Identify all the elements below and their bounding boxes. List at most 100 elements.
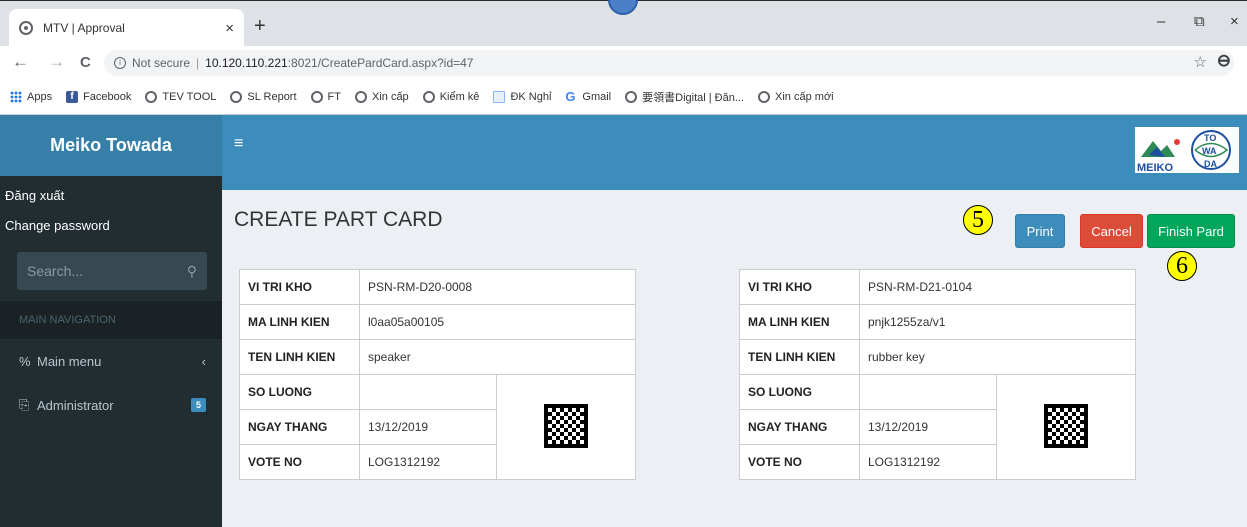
- tab-close-icon[interactable]: ×: [225, 20, 234, 37]
- url-path: :8021/CreatePardCard.aspx?id=47: [287, 56, 474, 70]
- info-icon[interactable]: i: [114, 57, 126, 69]
- document-icon: [493, 90, 506, 103]
- bookmark-item[interactable]: f Facebook: [66, 90, 131, 103]
- apps-icon: [10, 90, 22, 103]
- field-label: MA LINH KIEN: [239, 304, 360, 340]
- bookmark-item[interactable]: 要領書Digital | Đăn...: [625, 89, 744, 105]
- field-value: l0aa05a00105: [359, 304, 636, 340]
- field-value: PSN-RM-D20-0008: [359, 269, 636, 305]
- qr-code-icon: [544, 403, 588, 448]
- sidebar-item-label: Administrator: [37, 397, 114, 413]
- count-badge: 5: [190, 398, 206, 412]
- bookmark-star-icon[interactable]: ☆: [1194, 53, 1207, 71]
- cancel-button[interactable]: Cancel: [1080, 214, 1143, 248]
- top-navbar: ≡ MEIKO TO WA DA: [222, 115, 1247, 190]
- security-label: Not secure: [132, 56, 191, 70]
- close-window-button[interactable]: ×: [1230, 13, 1239, 30]
- field-label: TEN LINH KIEN: [239, 339, 360, 375]
- bookmark-label: 要領書Digital | Đăn...: [642, 91, 745, 104]
- table-row: TEN LINH KIEN speaker: [239, 339, 636, 375]
- table-row: MA LINH KIEN pnjk1255za/v1: [739, 304, 1136, 340]
- sidebar-search-input[interactable]: Search... ⚲: [17, 252, 207, 290]
- qr-code-cell: [496, 374, 636, 480]
- new-tab-button[interactable]: +: [254, 15, 266, 38]
- bookmark-item[interactable]: SL Report: [230, 90, 297, 103]
- account-icon[interactable]: ⊖: [1217, 51, 1231, 71]
- svg-text:WA: WA: [1202, 146, 1217, 156]
- table-row: TEN LINH KIEN rubber key: [739, 339, 1136, 375]
- url-field[interactable]: i Not secure | 10.120.110.221 :8021/Crea…: [104, 50, 1234, 76]
- url-host: 10.120.110.221: [205, 56, 288, 70]
- globe-icon: [625, 90, 638, 103]
- search-icon[interactable]: ⚲: [187, 263, 197, 280]
- bookmark-label: Xin cấp: [371, 90, 409, 103]
- reload-button[interactable]: C: [80, 54, 91, 71]
- table-row: SO LUONG: [239, 374, 636, 480]
- field-value: speaker: [359, 339, 636, 375]
- field-value: LOG1312192: [359, 444, 497, 480]
- print-button[interactable]: Print: [1015, 214, 1065, 248]
- browser-tab[interactable]: MTV | Approval ×: [9, 9, 244, 47]
- globe-icon: [19, 21, 33, 35]
- field-value: [359, 374, 497, 410]
- field-value: LOG1312192: [859, 444, 997, 480]
- field-label: VI TRI KHO: [739, 269, 860, 305]
- bookmark-label: Apps: [27, 90, 53, 103]
- restore-button[interactable]: ⧉: [1194, 13, 1205, 30]
- globe-icon: [758, 90, 771, 103]
- table-row: SO LUONG: [739, 374, 1136, 480]
- bookmark-item[interactable]: Kiểm kê: [422, 90, 480, 103]
- finish-part-card-button[interactable]: Finish Pard: [1147, 214, 1235, 248]
- bookmark-item[interactable]: TEV TOOL: [145, 90, 217, 103]
- field-value: 13/12/2019: [859, 409, 997, 445]
- globe-icon: [230, 90, 243, 103]
- google-icon: G: [565, 88, 576, 104]
- bookmark-label: FT: [327, 90, 341, 103]
- field-value: rubber key: [859, 339, 1136, 375]
- address-bar-row: ← → C i Not secure | 10.120.110.221 :802…: [0, 46, 1247, 79]
- sidebar: Meiko Towada Đăng xuất Change password S…: [0, 115, 222, 527]
- qr-code-icon: [1044, 403, 1088, 448]
- qr-code-cell: [996, 374, 1136, 480]
- logout-link[interactable]: Đăng xuất: [0, 180, 222, 210]
- page-title: CREATE PART CARD: [234, 208, 443, 231]
- field-label: MA LINH KIEN: [739, 304, 860, 340]
- bookmarks-bar: Apps f Facebook TEV TOOL SL Report FT Xin cấp K…: [0, 79, 1247, 115]
- meiko-towada-logo: MEIKO TO WA DA: [1135, 127, 1239, 174]
- field-label: SO LUONG: [739, 374, 860, 410]
- svg-text:TO: TO: [1204, 133, 1216, 143]
- field-label: VOTE NO: [239, 444, 360, 480]
- main-navigation-header: MAIN NAVIGATION: [0, 301, 222, 339]
- bookmark-label: Kiểm kê: [439, 90, 480, 103]
- brand-logo-text[interactable]: Meiko Towada: [0, 115, 222, 176]
- sidebar-item-administrator[interactable]: ⎘ Administrator 5: [0, 383, 222, 427]
- link-icon: %: [19, 353, 31, 369]
- part-card-table: VI TRI KHO PSN-RM-D20-0008 MA LINH KIEN l0a…: [239, 269, 636, 480]
- bookmark-item[interactable]: Apps: [10, 90, 53, 103]
- bookmark-item[interactable]: ĐK Nghỉ: [493, 90, 551, 103]
- menu-toggle-icon[interactable]: ≡: [234, 135, 243, 153]
- field-value: PSN-RM-D21-0104: [859, 269, 1136, 305]
- field-value: pnjk1255za/v1: [859, 304, 1136, 340]
- bookmark-label: SL Report: [247, 90, 297, 103]
- bookmark-item[interactable]: Xin cấp mới: [758, 90, 834, 103]
- minimize-button[interactable]: –: [1157, 13, 1165, 30]
- change-password-link[interactable]: Change password: [0, 210, 222, 240]
- bookmark-item[interactable]: G Gmail: [565, 88, 611, 104]
- forward-button[interactable]: →: [48, 52, 65, 72]
- field-label: TEN LINH KIEN: [739, 339, 860, 375]
- field-label: VI TRI KHO: [239, 269, 360, 305]
- url-separator: |: [196, 56, 200, 70]
- table-row: VI TRI KHO PSN-RM-D21-0104: [739, 269, 1136, 305]
- annotation-marker-5: 5: [963, 205, 993, 235]
- table-row: VI TRI KHO PSN-RM-D20-0008: [239, 269, 636, 305]
- bookmark-item[interactable]: Xin cấp: [354, 90, 409, 103]
- globe-icon: [422, 90, 435, 103]
- bookmark-item[interactable]: FT: [310, 90, 341, 103]
- svg-text:MEIKO: MEIKO: [1137, 162, 1174, 173]
- back-button[interactable]: ←: [12, 52, 29, 72]
- sidebar-item-main-menu[interactable]: % Main menu ‹: [0, 339, 222, 383]
- field-label: SO LUONG: [239, 374, 360, 410]
- bookmark-label: Xin cấp mới: [775, 90, 834, 103]
- bookmark-label: TEV TOOL: [162, 90, 217, 103]
